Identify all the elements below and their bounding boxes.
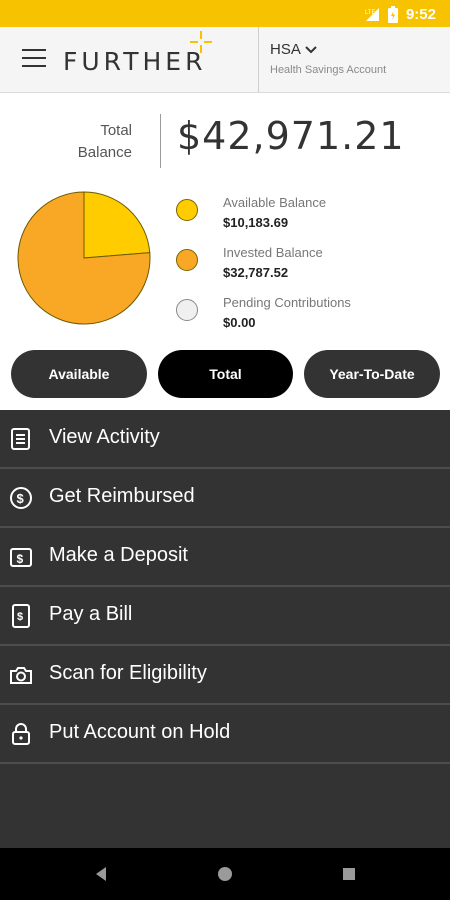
- svg-text:LTE: LTE: [365, 10, 376, 16]
- legend-pending-contributions: Pending Contributions $0.00: [176, 295, 436, 339]
- menu-item-make-deposit[interactable]: $ Make a Deposit: [0, 528, 450, 587]
- brand-spark-icon: [190, 31, 212, 53]
- tab-year-to-date[interactable]: Year-To-Date: [304, 350, 440, 398]
- brand-logo: FURTHER: [63, 47, 207, 76]
- signal-lte-icon: LTE: [365, 8, 379, 21]
- menu-item-label: Put Account on Hold: [49, 721, 231, 743]
- account-subtitle: Health Savings Account: [270, 64, 387, 76]
- pie-slice-available-balance: [83, 191, 151, 259]
- dollar-reimburse-icon: $: [10, 487, 32, 509]
- app-header: FURTHER HSA Health Savings Account: [0, 27, 450, 93]
- menu-item-label: Get Reimbursed: [49, 485, 195, 507]
- status-time: 9:52: [405, 5, 436, 23]
- balance-pie-chart: [17, 191, 151, 325]
- menu-item-pay-bill[interactable]: $ Pay a Bill: [0, 587, 450, 646]
- system-nav-bar: [0, 848, 450, 900]
- recents-icon[interactable]: [336, 861, 362, 887]
- legend-value: $0.00: [223, 315, 256, 330]
- account-type-dropdown[interactable]: HSA: [270, 41, 317, 58]
- total-balance-amount: $42,971.21: [177, 114, 405, 158]
- back-icon[interactable]: [88, 861, 114, 887]
- status-bar: LTE 9:52: [0, 0, 450, 27]
- legend-label: Pending Contributions: [223, 295, 351, 310]
- account-type-label: HSA: [270, 41, 301, 58]
- action-menu: View Activity $ Get Reimbursed $ Make a …: [0, 410, 450, 848]
- menu-item-view-activity[interactable]: View Activity: [0, 410, 450, 469]
- balance-divider: [160, 114, 161, 168]
- header-divider: [258, 27, 259, 93]
- status-icons: LTE 9:52: [364, 4, 436, 24]
- menu-item-label: Make a Deposit: [49, 544, 188, 566]
- menu-item-label: Pay a Bill: [49, 603, 133, 625]
- svg-text:$: $: [17, 491, 25, 506]
- menu-item-account-hold[interactable]: Put Account on Hold: [0, 705, 450, 764]
- legend-dot-available: [176, 199, 198, 221]
- legend-invested-balance: Invested Balance $32,787.52: [176, 245, 436, 289]
- svg-text:$: $: [17, 552, 24, 566]
- menu-item-get-reimbursed[interactable]: $ Get Reimbursed: [0, 469, 450, 528]
- legend-value: $10,183.69: [223, 215, 289, 230]
- activity-ledger-icon: [11, 428, 30, 450]
- legend-dot-pending: [176, 299, 198, 321]
- legend-value: $32,787.52: [223, 265, 289, 280]
- home-icon[interactable]: [212, 861, 238, 887]
- menu-item-label: Scan for Eligibility: [49, 662, 207, 684]
- chevron-down-icon: [305, 45, 317, 53]
- legend-label: Available Balance: [223, 195, 327, 210]
- menu-item-label: View Activity: [49, 426, 160, 448]
- total-balance-label: Total Balance: [77, 122, 132, 161]
- lock-icon: [12, 723, 30, 745]
- menu-item-scan-eligibility[interactable]: Scan for Eligibility: [0, 646, 450, 705]
- legend-label: Invested Balance: [223, 245, 323, 260]
- legend-available-balance: Available Balance $10,183.69: [176, 195, 436, 239]
- menu-icon[interactable]: [22, 49, 46, 69]
- tab-total[interactable]: Total: [158, 350, 293, 398]
- tab-available[interactable]: Available: [11, 350, 147, 398]
- bill-icon: $: [12, 604, 30, 628]
- legend-dot-invested: [176, 249, 198, 271]
- svg-text:$: $: [17, 611, 23, 623]
- battery-icon: [387, 5, 398, 23]
- deposit-icon: $: [10, 548, 32, 567]
- camera-icon: [10, 667, 32, 684]
